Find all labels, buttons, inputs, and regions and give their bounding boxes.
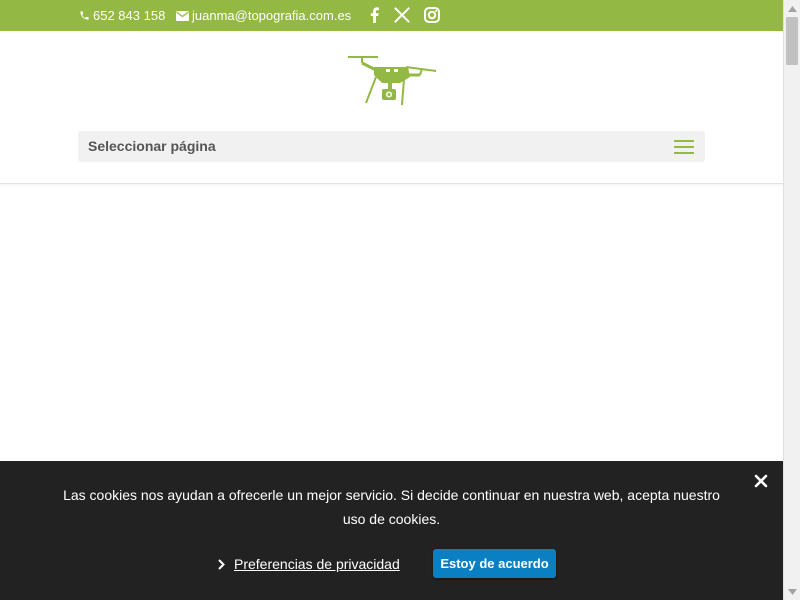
cookie-banner: Las cookies nos ayudan a ofrecerle un me… <box>0 461 783 600</box>
facebook-icon[interactable] <box>363 4 385 26</box>
phone-icon <box>80 11 89 20</box>
mobile-menu-bar[interactable]: Seleccionar página <box>78 131 705 162</box>
phone-contact[interactable]: 652 843 158 <box>79 0 165 31</box>
vertical-scrollbar[interactable] <box>783 0 800 600</box>
top-bar: 652 843 158 juanma@topografia.com.es <box>0 0 783 31</box>
hamburger-menu-icon[interactable] <box>674 140 694 155</box>
site-header: Seleccionar página <box>0 31 783 184</box>
chevron-right-icon <box>218 558 225 570</box>
privacy-preferences-link[interactable]: Preferencias de privacidad <box>218 553 400 575</box>
close-icon[interactable] <box>753 473 769 489</box>
cookie-message: Las cookies nos ayudan a ofrecerle un me… <box>63 487 720 527</box>
scrollbar-thumb[interactable] <box>786 17 798 65</box>
phone-number: 652 843 158 <box>93 8 166 23</box>
accept-cookies-button[interactable]: Estoy de acuerdo <box>433 549 556 578</box>
scroll-up-arrow-icon[interactable] <box>784 0 800 17</box>
privacy-preferences-label: Preferencias de privacidad <box>234 556 400 572</box>
x-icon[interactable] <box>391 4 413 26</box>
email-contact[interactable]: juanma@topografia.com.es <box>176 0 351 31</box>
envelope-icon <box>176 10 189 21</box>
page-viewport: 652 843 158 juanma@topografia.com.es Sel… <box>0 0 783 600</box>
scroll-down-arrow-icon[interactable] <box>784 583 800 600</box>
menu-label: Seleccionar página <box>88 138 216 154</box>
instagram-icon[interactable] <box>421 4 443 26</box>
drone-logo-icon[interactable] <box>344 53 438 109</box>
email-address: juanma@topografia.com.es <box>192 8 352 23</box>
